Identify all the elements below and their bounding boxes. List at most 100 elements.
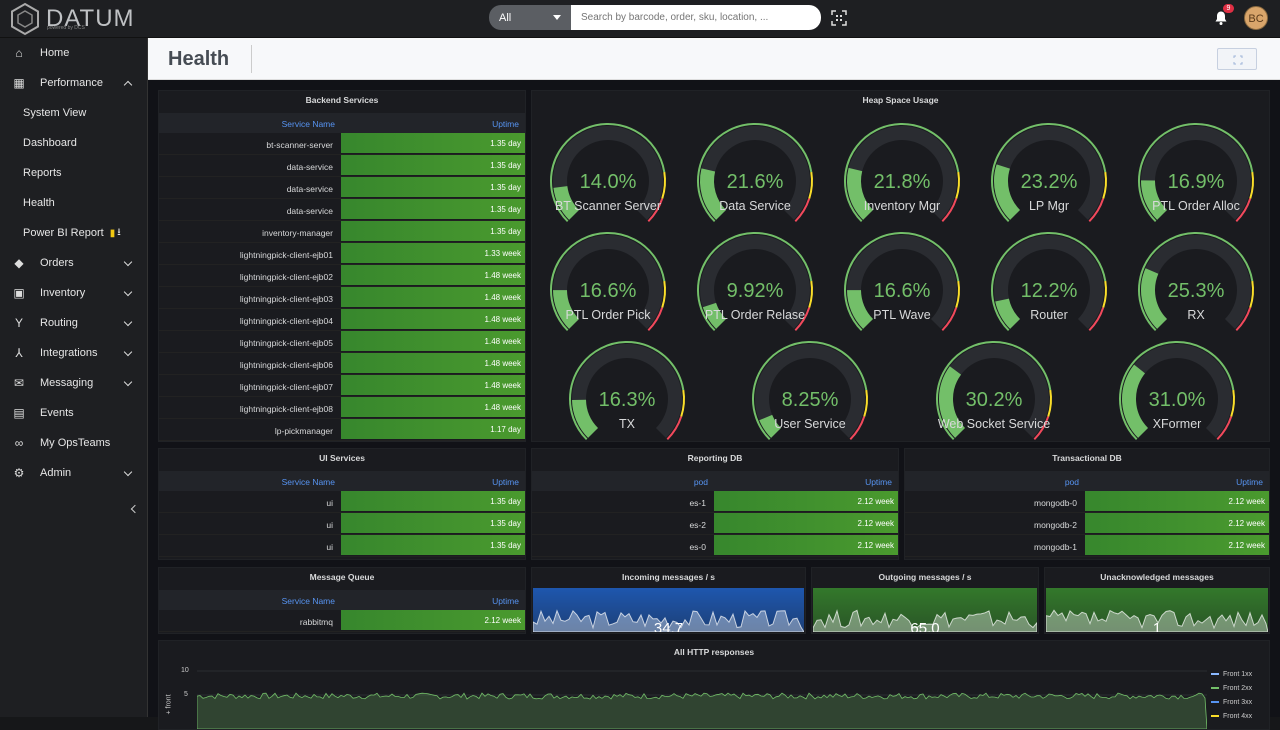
sidebar-item-label: Events [40, 407, 74, 419]
table-row[interactable]: lp-pickmanager 1.17 day [159, 419, 525, 441]
service-name-cell: mongodb-2 [1033, 520, 1077, 530]
legend-item[interactable]: Front 2xx [1211, 681, 1252, 695]
heap-gauge[interactable]: 9.92% PTL Order Relase [693, 228, 817, 333]
sidebar-item-reports[interactable]: Reports [0, 158, 147, 188]
heap-gauge[interactable]: 23.2% LP Mgr [987, 119, 1111, 224]
table-row[interactable]: es-1 2.12 week [532, 491, 898, 513]
table-row[interactable]: lightningpick-client-ejb04 1.48 week [159, 309, 525, 331]
table-row[interactable]: bt-scanner-server 1.35 day [159, 133, 525, 155]
column-header-pod[interactable]: pod [899, 477, 1079, 487]
sidebar-item-routing[interactable]: Y Routing [0, 308, 147, 338]
service-name-cell: lightningpick-client-ejb06 [239, 360, 333, 370]
heap-gauge[interactable]: 16.3% TX [565, 337, 689, 442]
user-avatar[interactable]: BC [1244, 6, 1268, 30]
table-row[interactable]: rabbitmq 2.12 week [159, 610, 525, 632]
incoming-messages-panel: Incoming messages / s 34.7 [531, 567, 806, 634]
table-row[interactable]: lightningpick-client-ejb05 1.48 week [159, 331, 525, 353]
notification-badge: 9 [1223, 4, 1234, 13]
sidebar-item-health[interactable]: Health [0, 188, 147, 218]
heap-gauge[interactable]: 25.3% RX [1134, 228, 1258, 333]
y-tick-5: 5 [184, 691, 188, 698]
table-row[interactable]: mongodb-1 2.12 week [905, 535, 1269, 557]
gauge-value: 21.6% [726, 171, 784, 193]
service-name-cell: data-service [286, 162, 333, 172]
table-row[interactable]: lightningpick-client-ejb08 1.48 week [159, 397, 525, 419]
table-row[interactable]: lightningpick-client-ejb06 1.48 week [159, 353, 525, 375]
column-header-uptime[interactable]: Uptime [492, 119, 519, 129]
routing-icon: Y [14, 316, 23, 330]
heap-gauge[interactable]: 16.6% PTL Order Pick [546, 228, 670, 333]
heap-gauge[interactable]: 12.2% Router [987, 228, 1111, 333]
table-row[interactable]: es-0 2.12 week [532, 535, 898, 557]
column-header-uptime[interactable]: Uptime [492, 596, 519, 606]
column-header-service-name[interactable]: Service Name [155, 477, 335, 487]
legend-item[interactable]: Front 1xx [1211, 667, 1252, 681]
heap-gauge[interactable]: 16.6% PTL Wave [840, 228, 964, 333]
sidebar-item-integrations[interactable]: ⅄ Integrations [0, 338, 147, 368]
table-row[interactable]: es-2 2.12 week [532, 513, 898, 535]
gauge-value: 9.92% [726, 280, 784, 302]
gauge-label: XFormer [1152, 417, 1202, 431]
heap-gauge[interactable]: 31.0% XFormer [1115, 337, 1239, 442]
search-input[interactable] [571, 5, 821, 30]
service-name-cell: inventory-manager [262, 228, 333, 238]
table-row[interactable]: data-service 1.35 day [159, 177, 525, 199]
table-row[interactable]: ui 1.35 day [159, 491, 525, 513]
legend-item[interactable]: Front 4xx [1211, 709, 1252, 723]
column-header-uptime[interactable]: Uptime [865, 477, 892, 487]
http-responses-chart[interactable] [197, 669, 1207, 729]
column-header-service-name[interactable]: Service Name [155, 119, 335, 129]
sidebar-item-messaging[interactable]: ✉ Messaging [0, 368, 147, 398]
chevron-down-icon [123, 257, 133, 267]
legend-item[interactable]: Front 3xx [1211, 695, 1252, 709]
sidebar-item-my-opsteams[interactable]: ∞ My OpsTeams [0, 428, 147, 458]
table-header: pod Uptime [532, 471, 898, 491]
column-header-pod[interactable]: pod [528, 477, 708, 487]
table-row[interactable]: lightningpick-client-ejb01 1.33 week [159, 243, 525, 265]
barcode-scan-icon[interactable] [831, 10, 847, 26]
heap-gauge[interactable]: 16.9% PTL Order Alloc [1134, 119, 1258, 224]
boxes-icon: ▣ [13, 286, 25, 300]
sidebar-item-admin[interactable]: ⚙ Admin [0, 458, 147, 488]
table-row[interactable]: ui 1.35 day [159, 535, 525, 557]
table-row[interactable]: data-service 1.35 day [159, 199, 525, 221]
column-header-uptime[interactable]: Uptime [1236, 477, 1263, 487]
uptime-cell: 2.12 week [1085, 513, 1269, 533]
mail-icon: ✉ [13, 376, 25, 390]
sidebar-item-events[interactable]: ▤ Events [0, 398, 147, 428]
sidebar-item-home[interactable]: ⌂ Home [0, 38, 147, 68]
table-row[interactable]: inventory-manager 1.35 day [159, 221, 525, 243]
column-header-service-name[interactable]: Service Name [155, 596, 335, 606]
column-header-uptime[interactable]: Uptime [492, 477, 519, 487]
search-scope-select[interactable]: All [489, 5, 571, 30]
collapse-sidebar-icon[interactable] [130, 504, 140, 514]
heap-gauge[interactable]: 21.8% Inventory Mgr [840, 119, 964, 224]
heap-gauge[interactable]: 14.0% BT Scanner Server [546, 119, 670, 224]
series-front-2xx [197, 692, 1207, 729]
uptime-cell: 1.48 week [341, 397, 525, 417]
sidebar-item-orders[interactable]: ◆ Orders [0, 248, 147, 278]
table-row[interactable]: lightningpick-client-ejb03 1.48 week [159, 287, 525, 309]
table-row[interactable]: lightningpick-client-ejb02 1.48 week [159, 265, 525, 287]
sidebar-item-system-view[interactable]: System View [0, 98, 147, 128]
table-row[interactable]: ui 1.35 day [159, 513, 525, 535]
sidebar-item-power-bi-report[interactable]: Power BI Report ▮ ⭳ [0, 218, 147, 248]
sidebar-item-dashboard[interactable]: Dashboard [0, 128, 147, 158]
header-divider [251, 45, 252, 73]
uptime-cell: 2.12 week [714, 513, 898, 533]
gauge-value: 21.8% [873, 171, 931, 193]
chevron-down-icon [123, 467, 133, 477]
heap-gauge[interactable]: 30.2% Web Socket Service [932, 337, 1056, 442]
heap-gauge[interactable]: 8.25% User Service [748, 337, 872, 442]
table-row[interactable]: lightningpick-client-ejb07 1.48 week [159, 375, 525, 397]
sidebar-item-inventory[interactable]: ▣ Inventory [0, 278, 147, 308]
legend-label: Front 1xx [1223, 670, 1253, 678]
table-row[interactable]: data-service 1.35 day [159, 155, 525, 177]
fullscreen-button[interactable] [1217, 48, 1257, 70]
gauge-value: 25.3% [1167, 280, 1225, 302]
table-row[interactable]: mongodb-2 2.12 week [905, 513, 1269, 535]
sidebar-item-performance[interactable]: ▦ Performance [0, 68, 147, 98]
heap-gauge[interactable]: 21.6% Data Service [693, 119, 817, 224]
table-row[interactable]: mongodb-0 2.12 week [905, 491, 1269, 513]
download-icon[interactable]: ⭳ [117, 225, 121, 242]
